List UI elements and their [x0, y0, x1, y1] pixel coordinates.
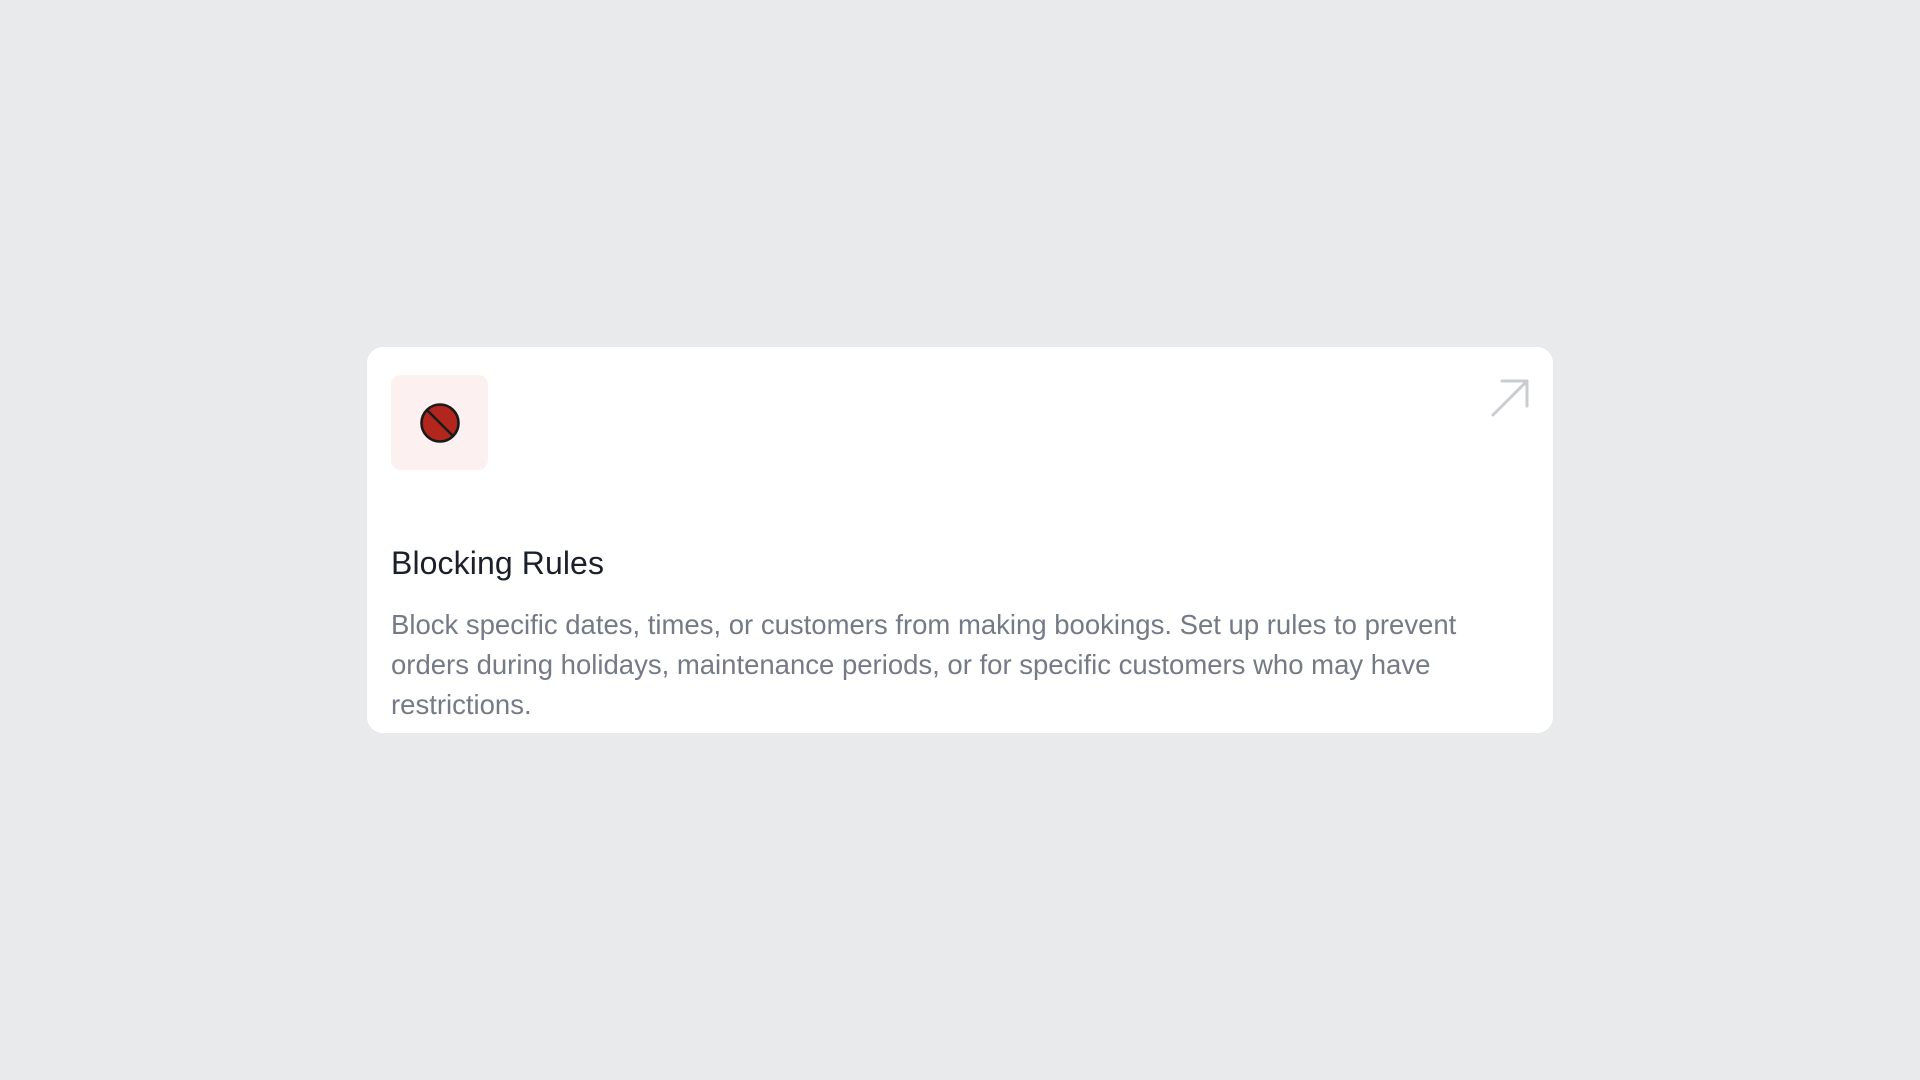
- card-description: Block specific dates, times, or customer…: [391, 609, 1457, 720]
- arrow-up-right-icon: [1491, 379, 1529, 417]
- card-title: Blocking Rules: [391, 545, 605, 581]
- open-link-button[interactable]: [1489, 377, 1531, 419]
- icon-tile: [391, 375, 488, 470]
- blocking-rules-card[interactable]: Blocking Rules Block specific dates, tim…: [367, 347, 1553, 733]
- block-icon: [419, 402, 460, 443]
